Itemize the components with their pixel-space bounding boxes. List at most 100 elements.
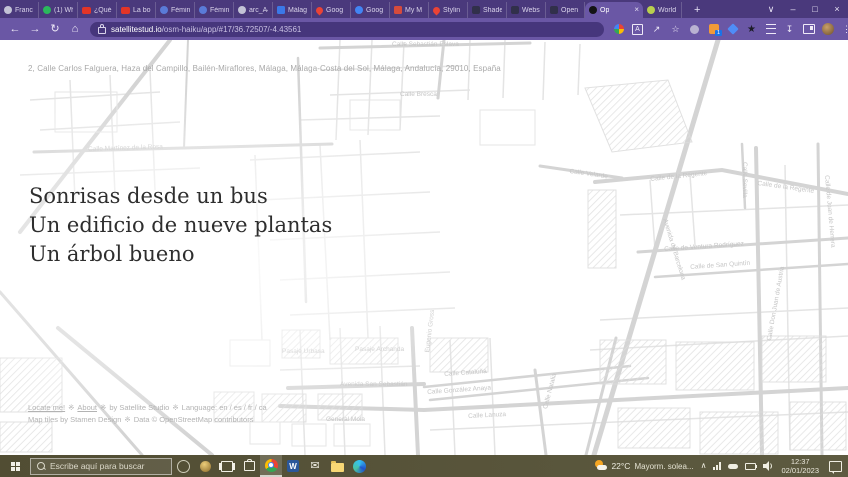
tab-world[interactable]: World [643,2,682,18]
forward-icon[interactable]: → [26,24,44,35]
tab-label: Op [600,7,609,14]
tab-label: Málag [288,7,307,14]
tray-expand-icon[interactable]: ∧ [701,462,707,470]
locate-me-link[interactable]: Locate me! [28,403,65,412]
chrome-button[interactable] [260,455,282,477]
browser-menu-icon[interactable]: ⋮ [838,20,848,38]
tab-franc[interactable]: Franc [0,2,39,18]
tab-webs[interactable]: Webs [507,2,546,18]
haiku-line-3: Un árbol bueno [29,240,332,269]
tab-femin-2[interactable]: Fémin [195,2,234,18]
tab-arc-a4[interactable]: arc_A4 [234,2,273,18]
map-app-favicon [472,6,480,14]
tab-label: Franc [15,7,33,14]
panel-glyph [803,24,815,34]
new-tab-button[interactable]: + [690,2,704,18]
url-domain: satellitestud.io [111,25,162,34]
haiku-line-1: Sonrisas desde un bus [29,182,332,211]
taskbar-search-input[interactable]: Escribe aquí para buscar [30,458,172,475]
map-app-favicon [550,6,558,14]
tab-label: La bo [133,7,151,14]
store-button[interactable] [238,455,260,477]
extension-shield-icon[interactable] [686,20,703,38]
stamen-design-link[interactable]: Map tiles by Stamen Design [28,415,121,424]
bookmark-star-icon[interactable]: ☆ [667,20,684,38]
google-apps-icon[interactable] [610,20,627,38]
tab-label: Fémin [210,7,229,14]
maximize-button[interactable]: □ [804,0,826,18]
taskbar-clock[interactable]: 12:37 02/01/2023 [781,457,819,475]
tab-femin-1[interactable]: Fémin [156,2,195,18]
network-icon[interactable] [713,462,721,470]
translate-icon[interactable]: A [629,20,646,38]
task-view-button[interactable] [216,455,238,477]
profile-avatar[interactable] [819,20,836,38]
address-bar[interactable]: satellitestud.io/osm-haiku/app/#17/36.72… [90,22,604,37]
side-panel-icon[interactable] [800,20,817,38]
tab-search-icon[interactable]: ∨ [760,0,782,18]
tab-label: My M [405,7,422,14]
weather-description: Mayorm. solea... [634,462,693,471]
reading-list-icon[interactable] [762,20,779,38]
tab-youtube-2[interactable]: La bo [117,2,156,18]
mail-button[interactable]: ✉ [304,455,326,477]
lock-icon [98,27,106,34]
tab-open[interactable]: Open [546,2,585,18]
footer-separator: ※ [124,415,130,424]
tab-label: Goog [326,7,343,14]
reload-icon[interactable]: ↻ [46,24,64,35]
edge-button[interactable] [348,455,370,477]
start-button[interactable] [0,455,30,477]
tab-google-maps[interactable]: Goog [312,2,351,18]
tab-whatsapp[interactable]: (1) Wh [39,2,78,18]
tab-label: ¿Qué [94,7,112,14]
home-icon[interactable]: ⌂ [66,24,84,35]
browser-toolbar: ← → ↻ ⌂ satellitestud.io/osm-haiku/app/#… [0,18,848,40]
close-button[interactable]: × [826,0,848,18]
windows-logo-icon [11,462,20,471]
tab-youtube-1[interactable]: ¿Qué [78,2,117,18]
search-highlights-button[interactable] [172,455,194,477]
tab-styling[interactable]: Stylin [429,2,468,18]
action-center-icon[interactable] [829,461,842,472]
tab-malaga[interactable]: Málag [273,2,312,18]
chrome-icon [265,459,278,472]
about-link[interactable]: About [77,403,97,412]
satellite-studio-link[interactable]: by Satellite Studio [109,403,169,412]
footer-line-1: Locate me!※About※by Satellite Studio※Lan… [28,402,267,414]
youtube-favicon [82,7,91,14]
browser-tab-bar: Franc (1) Wh ¿Qué La bo Fémin Fémin arc_… [0,0,848,18]
tab-shade[interactable]: Shade [468,2,507,18]
extension-orange-icon[interactable]: 1 [705,20,722,38]
onedrive-icon[interactable] [728,464,738,469]
tab-google[interactable]: Goog [351,2,390,18]
translate-glyph: A [632,24,643,35]
back-icon[interactable]: ← [6,24,24,35]
tab-label: Stylin [443,7,460,14]
word-button[interactable]: W [282,455,304,477]
search-placeholder: Escribe aquí para buscar [50,461,145,471]
openstreetmap-link[interactable]: Data © OpenStreetMap contributors [134,415,254,424]
spark-glyph [727,23,738,34]
file-explorer-button[interactable] [326,455,348,477]
extension-star-icon[interactable]: ★ [743,20,760,38]
minimize-button[interactable]: – [782,0,804,18]
world-favicon [647,6,655,14]
tab-close-icon[interactable]: × [634,6,639,14]
tab-my-maps[interactable]: My M [390,2,429,18]
tab-osm-haiku-active[interactable]: Op × [585,2,643,18]
weather-widget[interactable]: 22°C Mayorm. solea... [595,460,693,472]
tab-label: arc_A4 [249,7,268,14]
clock-time: 12:37 [781,457,819,466]
battery-icon[interactable] [745,463,756,470]
list-glyph [766,24,776,34]
globe-favicon [238,6,246,14]
language-switcher[interactable]: Language: en / es / fr / ca [182,403,267,412]
volume-icon[interactable] [763,461,774,471]
tab-label: Fémin [171,7,190,14]
download-icon[interactable]: ↧ [781,20,798,38]
extension-spark-icon[interactable] [724,20,741,38]
globe-favicon [4,6,12,14]
widget-figure-button[interactable] [194,455,216,477]
share-icon[interactable]: ↗ [648,20,665,38]
